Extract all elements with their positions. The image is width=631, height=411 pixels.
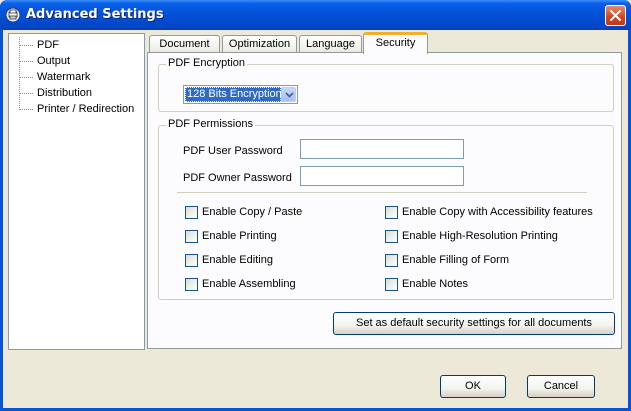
encryption-select[interactable]: 128 Bits Encryption — [183, 85, 298, 104]
enable-assembling-checkbox[interactable]: Enable Assembling — [185, 278, 296, 291]
enable-editing-checkbox[interactable]: Enable Editing — [185, 254, 273, 267]
cancel-button[interactable]: Cancel — [527, 375, 595, 398]
owner-password-input[interactable] — [300, 166, 464, 186]
enable-printing-checkbox[interactable]: Enable Printing — [185, 230, 277, 243]
encryption-selected-value: 128 Bits Encryption — [185, 87, 282, 102]
checkbox-label: Enable High-Resolution Printing — [402, 230, 558, 242]
checkbox-label: Enable Notes — [402, 278, 469, 290]
pdf-permissions-title: PDF Permissions — [166, 118, 255, 130]
pdf-encryption-group: PDF Encryption 128 Bits Encryption — [158, 57, 614, 112]
dropdown-button[interactable] — [281, 87, 296, 102]
tab-security[interactable]: Security — [363, 32, 428, 54]
checkbox-box[interactable] — [385, 254, 398, 267]
title-bar[interactable]: Advanced Settings — [0, 0, 631, 30]
settings-tree[interactable]: PDF Output Watermark Distribution Printe… — [8, 33, 145, 350]
enable-filling-of-form-checkbox[interactable]: Enable Filling of Form — [385, 254, 509, 267]
tree-item-watermark[interactable]: Watermark — [19, 69, 90, 85]
checkbox-label: Enable Assembling — [202, 278, 296, 290]
checkbox-box[interactable] — [385, 230, 398, 243]
checkbox-box[interactable] — [185, 278, 198, 291]
enable-copy-accessibility-checkbox[interactable]: Enable Copy with Accessibility features — [385, 206, 593, 219]
checkbox-label: Enable Filling of Form — [402, 254, 509, 266]
user-password-input[interactable] — [300, 139, 464, 159]
checkbox-label: Enable Copy / Paste — [202, 206, 303, 218]
close-button[interactable] — [605, 5, 626, 26]
checkbox-label: Enable Editing — [202, 254, 273, 266]
enable-high-resolution-printing-checkbox[interactable]: Enable High-Resolution Printing — [385, 230, 558, 243]
tree-item-distribution[interactable]: Distribution — [19, 85, 92, 101]
checkbox-box[interactable] — [185, 230, 198, 243]
pdf-encryption-title: PDF Encryption — [166, 57, 248, 69]
dialog-body: PDF Output Watermark Distribution Printe… — [3, 30, 628, 408]
permissions-separator — [177, 192, 587, 193]
checkbox-box[interactable] — [385, 206, 398, 219]
window-title: Advanced Settings — [26, 7, 164, 22]
tree-item-output[interactable]: Output — [19, 53, 70, 69]
owner-password-label: PDF Owner Password — [183, 172, 292, 184]
tree-item-printer-redirection[interactable]: Printer / Redirection — [19, 101, 134, 117]
checkbox-box[interactable] — [185, 254, 198, 267]
checkbox-box[interactable] — [385, 278, 398, 291]
security-tab-page: PDF Encryption 128 Bits Encryption PDF P… — [147, 52, 622, 349]
checkbox-label: Enable Printing — [202, 230, 277, 242]
set-default-security-button[interactable]: Set as default security settings for all… — [333, 312, 615, 335]
close-icon — [610, 10, 621, 21]
chevron-down-icon — [285, 92, 294, 98]
checkbox-label: Enable Copy with Accessibility features — [402, 206, 593, 218]
printer-app-icon — [5, 7, 21, 23]
enable-copy-paste-checkbox[interactable]: Enable Copy / Paste — [185, 206, 302, 219]
tree-item-pdf[interactable]: PDF — [19, 37, 59, 53]
enable-notes-checkbox[interactable]: Enable Notes — [385, 278, 468, 291]
advanced-settings-window: Advanced Settings PDF Output Watermark D… — [0, 0, 631, 411]
ok-button[interactable]: OK — [440, 375, 506, 398]
checkbox-box[interactable] — [185, 206, 198, 219]
pdf-permissions-group: PDF Permissions PDF User Password PDF Ow… — [158, 118, 614, 300]
user-password-label: PDF User Password — [183, 145, 283, 157]
